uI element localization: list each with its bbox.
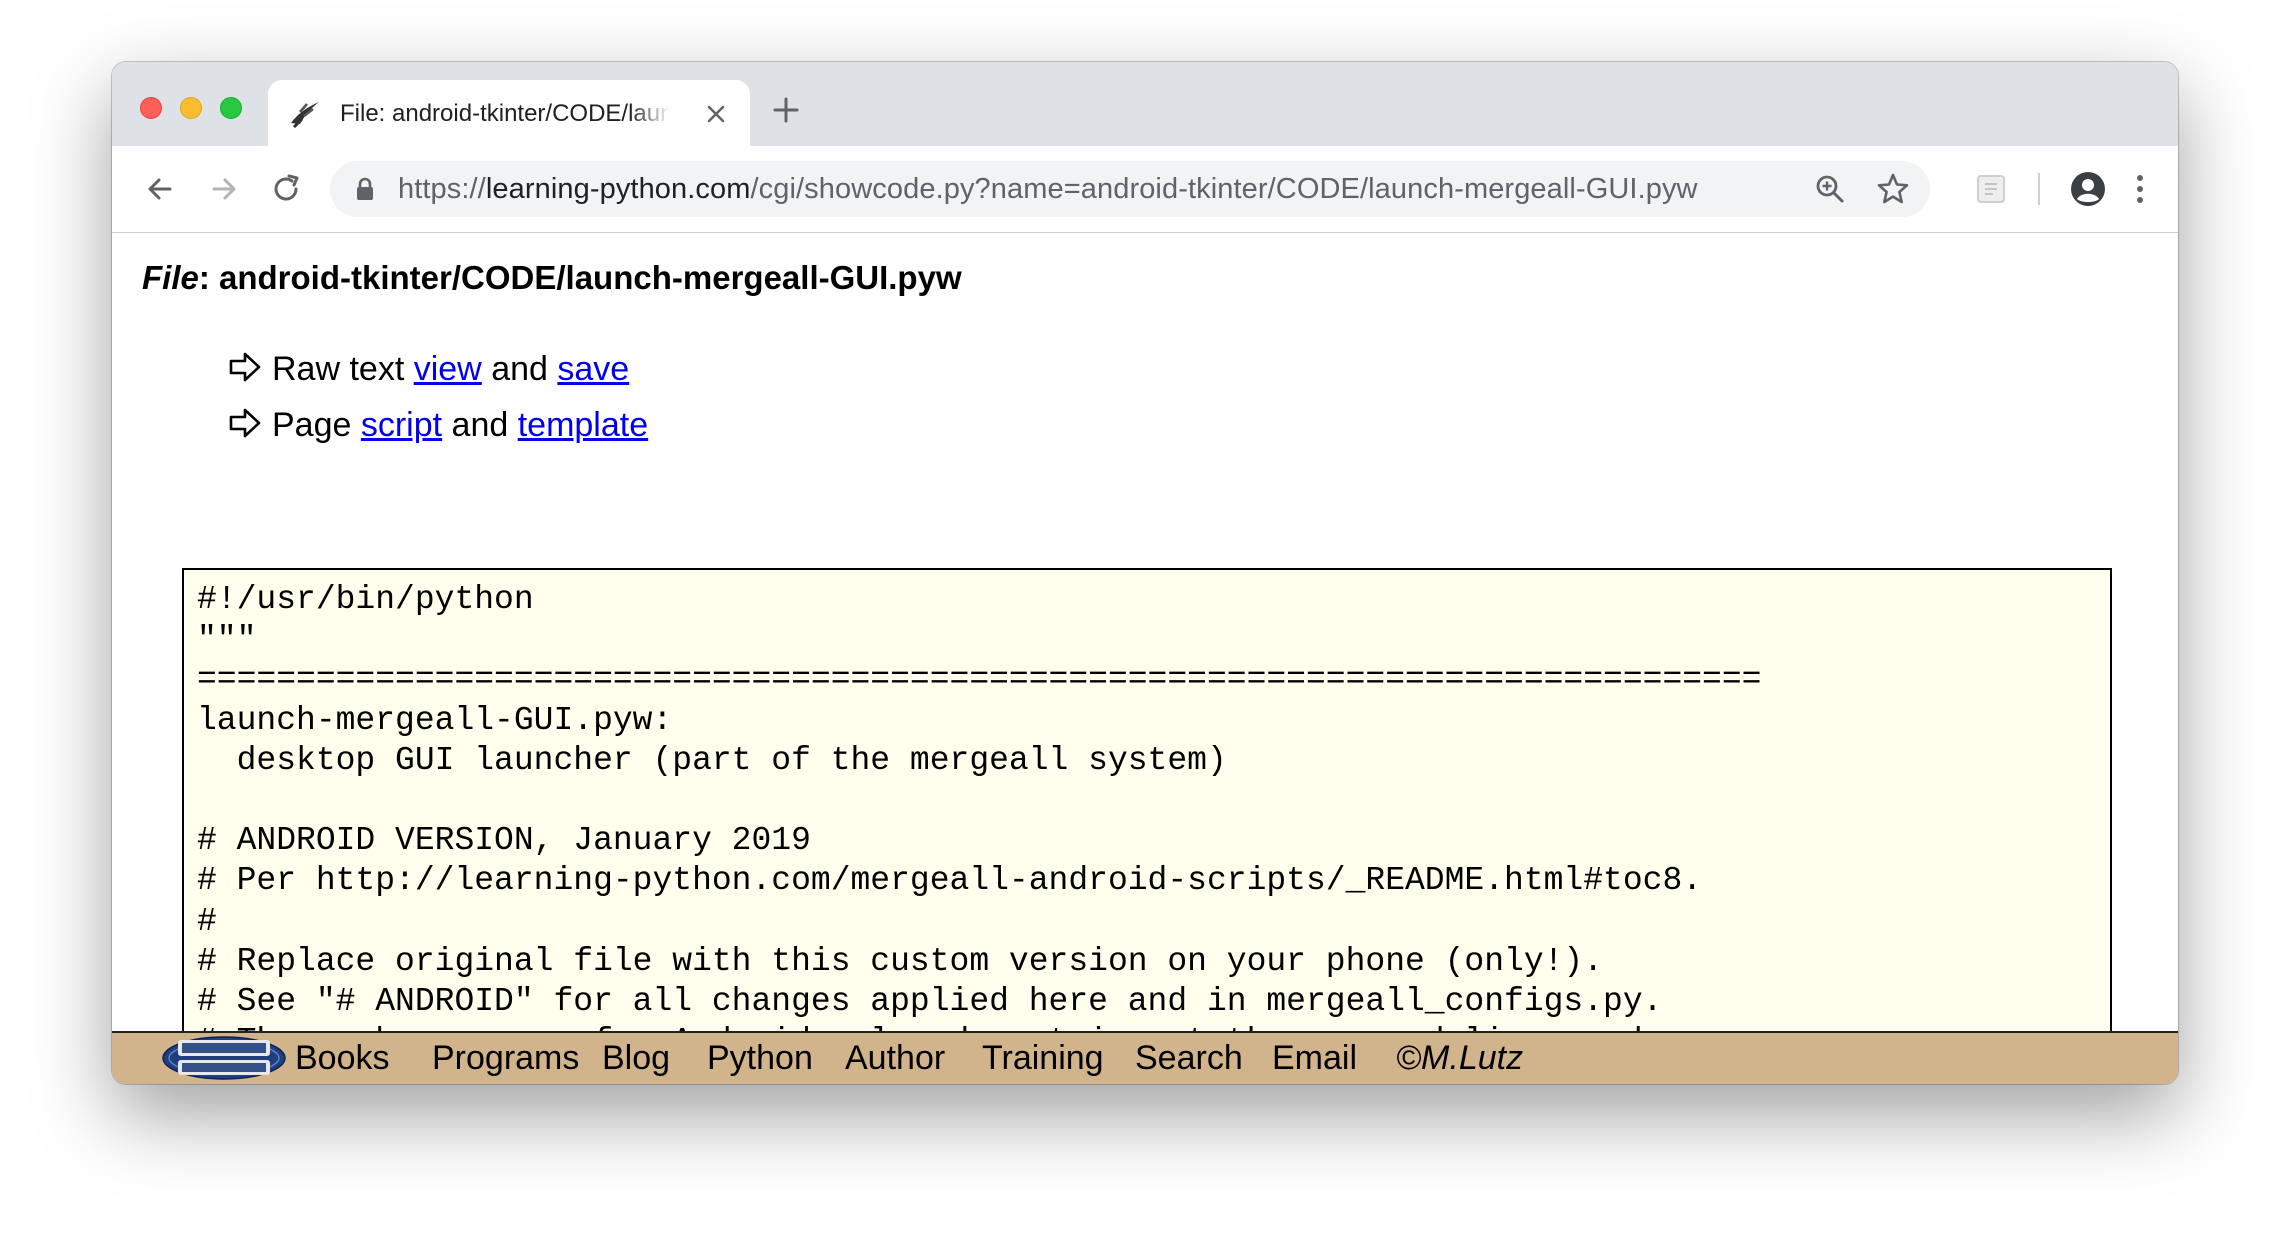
new-tab-icon[interactable] [772,96,800,124]
code-text: #!/usr/bin/python """ ==================… [197,581,1762,1045]
reload-icon[interactable] [270,173,302,205]
template-link[interactable]: template [518,406,648,444]
view-link[interactable]: view [414,350,482,388]
menu-icon[interactable] [2132,172,2148,206]
minimize-window-button[interactable] [180,97,202,119]
close-tab-icon[interactable] [704,102,728,126]
footer-link-blog[interactable]: Blog [602,1033,670,1084]
footer-link-training[interactable]: Training [982,1033,1104,1084]
close-window-button[interactable] [140,97,162,119]
footer-link-programs[interactable]: Programs [432,1033,579,1084]
footer-link-python[interactable]: Python [707,1033,813,1084]
lock-icon [357,177,373,200]
url-text: https://learning-python.com/cgi/showcode… [398,173,1698,205]
python-powered-logo-icon[interactable] [162,1036,286,1080]
extension-icon[interactable] [1974,172,2008,206]
zoom-window-button[interactable] [220,97,242,119]
zoom-icon[interactable] [1814,173,1846,205]
link-list: Raw text view and save Page script and t… [228,341,648,453]
page-content: File: android-tkinter/CODE/launch-mergea… [112,233,2178,1045]
tab-title: File: android-tkinter/CODE/launch-mergea… [340,99,670,129]
toolbar-divider [2038,173,2040,205]
page-line: Page script and template [228,397,648,453]
footer-link-books[interactable]: Books [295,1033,390,1084]
footer-nav: Books Programs Blog Python Author Traini… [112,1031,2178,1084]
browser-tab[interactable]: File: android-tkinter/CODE/launch-mergea… [268,80,750,146]
footer-link-search[interactable]: Search [1135,1033,1243,1084]
forward-icon[interactable] [208,173,240,205]
footer-link-copyright[interactable]: ©M.Lutz [1396,1033,1523,1084]
raw-text-line: Raw text view and save [228,341,648,397]
browser-toolbar: https://learning-python.com/cgi/showcode… [112,146,2178,233]
star-icon[interactable] [1876,172,1910,206]
save-link[interactable]: save [557,350,629,388]
browser-window: File: android-tkinter/CODE/launch-mergea… [112,62,2178,1084]
wing-favicon-icon [291,102,319,129]
back-icon[interactable] [144,173,176,205]
footer-link-author[interactable]: Author [845,1033,945,1084]
page-title: File: android-tkinter/CODE/launch-mergea… [142,259,962,296]
footer-link-email[interactable]: Email [1272,1033,1357,1084]
code-viewer[interactable]: #!/usr/bin/python """ ==================… [182,568,2112,1045]
tab-bar: File: android-tkinter/CODE/launch-mergea… [112,62,2178,146]
script-link[interactable]: script [361,406,442,444]
arrow-right-icon [229,352,261,382]
address-bar[interactable]: https://learning-python.com/cgi/showcode… [330,161,1930,217]
profile-icon[interactable] [2070,171,2106,207]
arrow-right-icon [229,408,261,438]
